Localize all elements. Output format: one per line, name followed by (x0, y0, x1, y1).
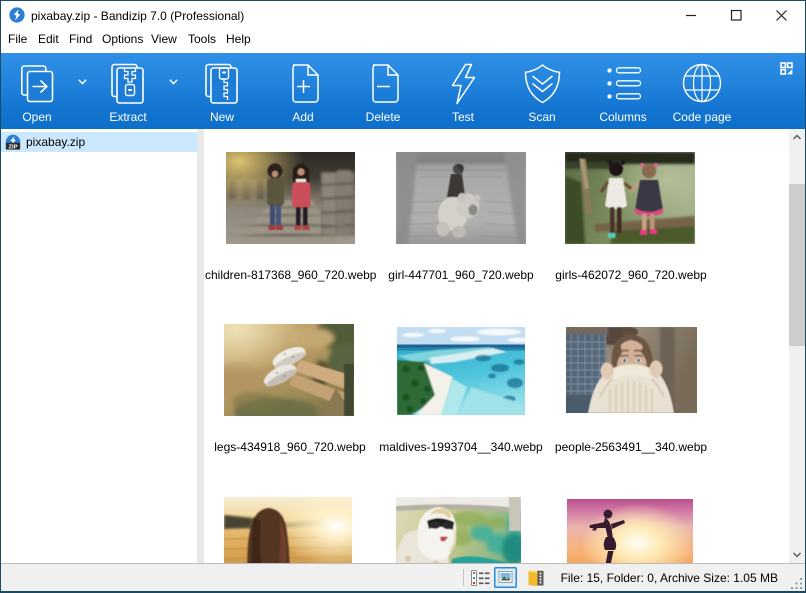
svg-text:ZIP: ZIP (8, 144, 17, 150)
